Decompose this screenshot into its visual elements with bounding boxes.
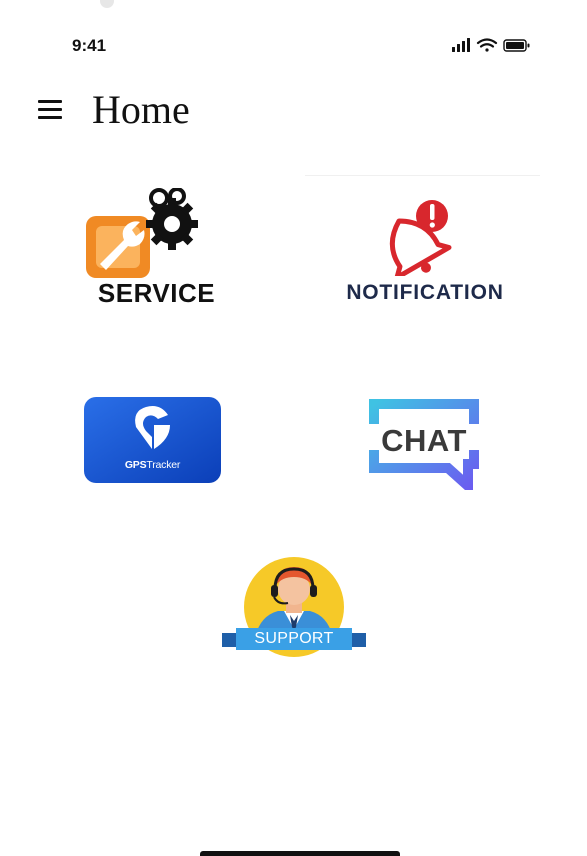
bell-alert-icon [389, 200, 452, 276]
status-time: 9:41 [72, 36, 107, 55]
status-bar: 9:41 [0, 0, 587, 70]
notification-label: NOTIFICATION [346, 281, 504, 304]
app-header: Home [0, 82, 587, 142]
gps-tracker-tile[interactable]: GPSTracker [84, 397, 221, 483]
service-tile[interactable]: SERVICE [74, 188, 239, 308]
signal-icon [452, 38, 470, 52]
notification-tile[interactable]: NOTIFICATION [310, 196, 540, 306]
home-indicator [200, 851, 400, 856]
gears-wrench-icon [86, 188, 198, 278]
chat-tile[interactable]: CHAT [360, 398, 488, 490]
page-title: Home [92, 87, 190, 132]
gps-tracker-label: GPSTracker [84, 459, 221, 471]
status-icons [452, 37, 552, 53]
chat-label: CHAT [381, 423, 467, 458]
gps-label-rest: Tracker [146, 459, 181, 471]
gps-label-bold: GPS [124, 459, 147, 471]
support-label: SUPPORT [254, 630, 334, 647]
hamburger-menu-icon[interactable] [38, 100, 62, 122]
wifi-icon [476, 38, 498, 52]
support-tile[interactable]: SUPPORT [218, 555, 370, 665]
service-label: SERVICE [97, 278, 216, 308]
top-indicator [100, 0, 114, 8]
divider [305, 175, 540, 176]
battery-icon [503, 39, 530, 52]
